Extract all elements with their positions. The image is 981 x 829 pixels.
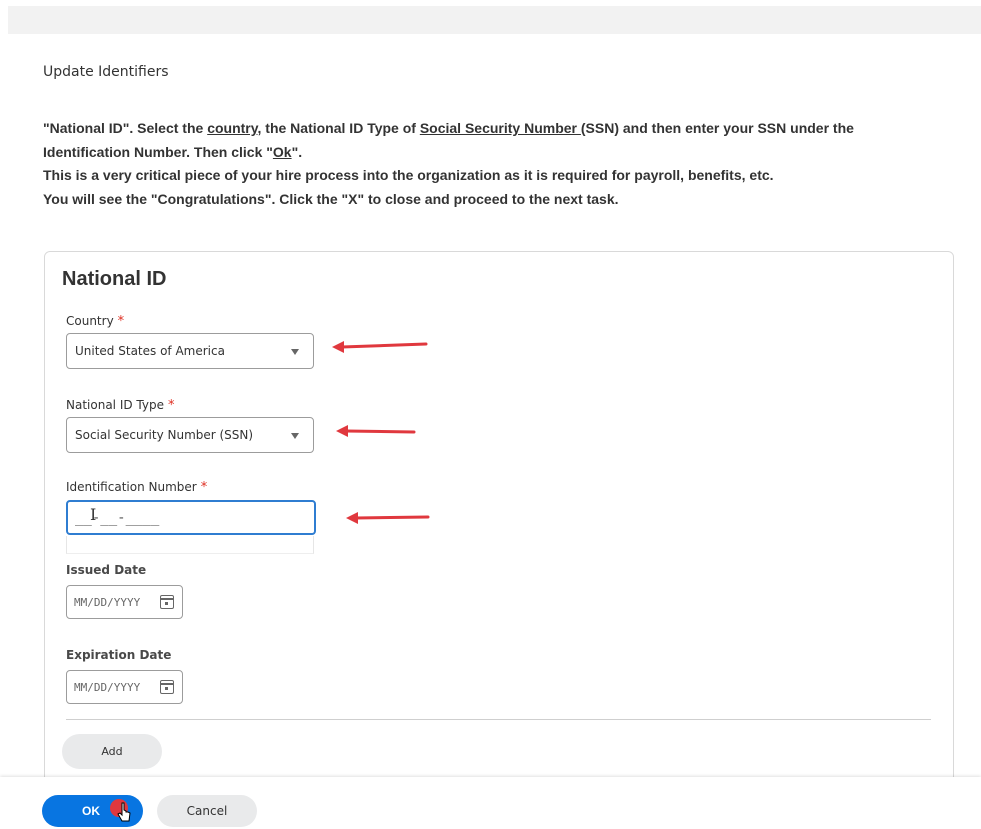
card-title: National ID bbox=[62, 268, 167, 290]
issued-date-label: Issued Date bbox=[66, 563, 147, 577]
expiration-date-input[interactable]: MM/DD/YYYY bbox=[66, 670, 183, 704]
calendar-icon[interactable] bbox=[159, 680, 174, 694]
top-bar bbox=[8, 6, 981, 34]
ok-label: OK bbox=[82, 804, 100, 818]
country-label: Country * bbox=[66, 314, 125, 329]
expiration-date-placeholder: MM/DD/YYYY bbox=[74, 681, 141, 694]
id-type-select[interactable]: Social Security Number (SSN) bbox=[66, 417, 314, 453]
required-mark: * bbox=[200, 480, 208, 495]
caret-down-icon bbox=[291, 349, 299, 355]
issued-date-input[interactable]: MM/DD/YYYY bbox=[66, 585, 183, 619]
input-dropdown-edge bbox=[66, 536, 314, 554]
id-type-label: National ID Type * bbox=[66, 398, 175, 413]
instruction-line-3: This is a very critical piece of your hi… bbox=[43, 167, 774, 183]
issued-date-placeholder: MM/DD/YYYY bbox=[74, 596, 141, 609]
calendar-icon[interactable] bbox=[159, 595, 174, 609]
bottom-action-bar bbox=[0, 777, 981, 829]
annotation-arrow-icon bbox=[346, 512, 430, 524]
cancel-button[interactable]: Cancel bbox=[157, 795, 257, 827]
id-number-label: Identification Number * bbox=[66, 480, 208, 495]
annotation-arrow-icon bbox=[336, 425, 416, 437]
instruction-line-1: "National ID". Select the country, the N… bbox=[43, 120, 854, 136]
country-link[interactable]: country bbox=[207, 120, 257, 136]
required-mark: * bbox=[167, 398, 175, 413]
id-number-input[interactable]: __-__-____ I bbox=[66, 500, 316, 535]
id-type-value: Social Security Number (SSN) bbox=[75, 428, 254, 442]
ok-link[interactable]: Ok bbox=[273, 144, 292, 160]
instructions: "National ID". Select the country, the N… bbox=[43, 117, 953, 211]
country-select[interactable]: United States of America bbox=[66, 333, 314, 369]
pointer-cursor-icon bbox=[117, 802, 131, 822]
page-title: Update Identifiers bbox=[43, 64, 169, 80]
caret-down-icon bbox=[291, 433, 299, 439]
ssn-link[interactable]: Social Security Number bbox=[420, 120, 581, 136]
card-divider bbox=[66, 719, 931, 720]
instruction-line-4: You will see the "Congratulations". Clic… bbox=[43, 190, 619, 207]
instruction-line-2: Identification Number. Then click "Ok". bbox=[43, 143, 303, 160]
expiration-date-label: Expiration Date bbox=[66, 648, 172, 662]
add-button[interactable]: Add bbox=[62, 734, 162, 769]
text-cursor-icon: I bbox=[90, 505, 97, 524]
country-value: United States of America bbox=[75, 344, 225, 358]
id-number-mask: __-__-____ bbox=[75, 510, 160, 526]
required-mark: * bbox=[117, 314, 125, 329]
annotation-arrow-icon bbox=[332, 341, 428, 353]
